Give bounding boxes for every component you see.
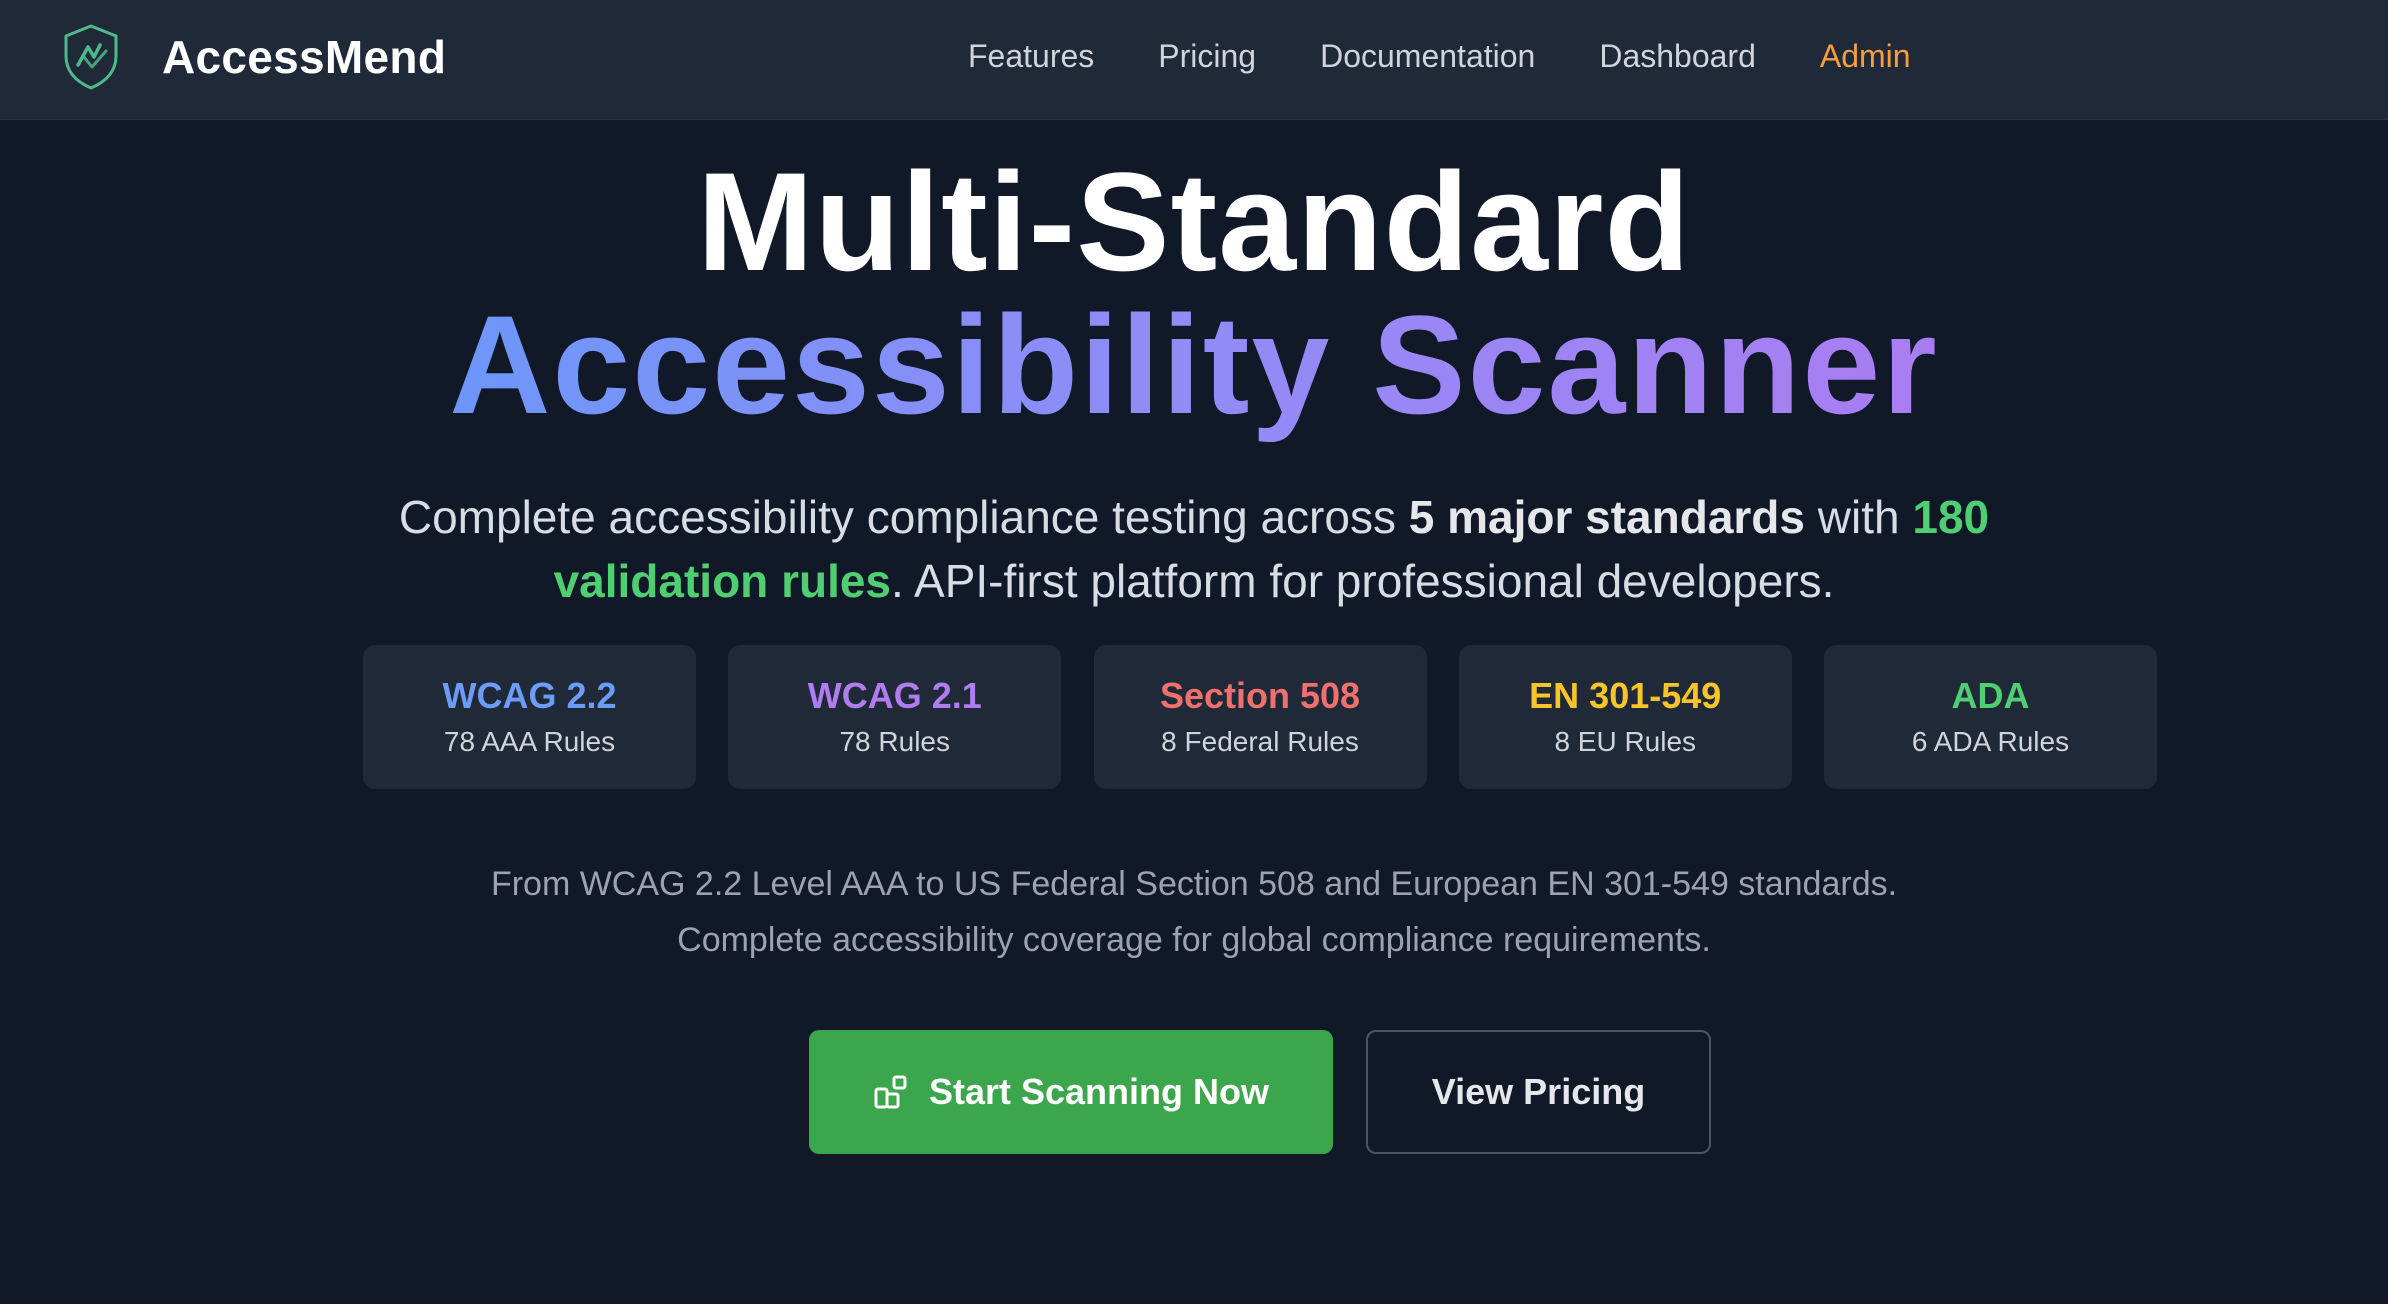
hero-title-line1: Multi-Standard: [697, 143, 1691, 300]
start-scanning-label: Start Scanning Now: [928, 1071, 1270, 1112]
standard-card-en-301-549: EN 301-549 8 EU Rules: [1458, 645, 1792, 789]
hero-title-gradient-text: Accessibility Scanner: [449, 286, 1939, 443]
subtitle-text-3: . API-first platform for professional de…: [891, 555, 1835, 607]
brand-name: AccessMend: [162, 31, 447, 83]
shield-check-icon: [64, 24, 118, 90]
nav-link-pricing[interactable]: Pricing: [1158, 38, 1256, 75]
nav-link-features[interactable]: Features: [968, 38, 1094, 75]
coverage-note-line2: Complete accessibility coverage for glob…: [677, 921, 1711, 959]
subtitle-standards-count: 5 major standards: [1408, 491, 1805, 543]
standard-name: WCAG 2.2: [442, 675, 617, 716]
nav-link-admin[interactable]: Admin: [1820, 38, 1911, 75]
standard-card-ada: ADA 6 ADA Rules: [1824, 645, 2157, 789]
hero-subtitle: Complete accessibility compliance testin…: [394, 485, 1994, 613]
subtitle-text-2: with: [1805, 491, 1913, 543]
nav-link-documentation[interactable]: Documentation: [1320, 38, 1535, 75]
standard-name: Section 508: [1159, 675, 1361, 716]
standard-name: WCAG 2.1: [807, 675, 982, 716]
nav-link-dashboard[interactable]: Dashboard: [1599, 38, 1756, 75]
standard-card-section-508: Section 508 8 Federal Rules: [1093, 645, 1427, 789]
coverage-note-line1: From WCAG 2.2 Level AAA to US Federal Se…: [490, 865, 1898, 903]
coverage-note: From WCAG 2.2 Level AAA to US Federal Se…: [0, 856, 2388, 968]
brand[interactable]: AccessMend: [62, 22, 446, 92]
blocks-icon: [874, 1075, 907, 1109]
top-navigation-bar: AccessMend Features Pricing Documentatio…: [0, 0, 2388, 120]
hero-title-line2: Accessibility Scanner: [0, 290, 2388, 440]
standard-rule-count: 8 EU Rules: [1554, 726, 1697, 757]
standard-rule-count: 6 ADA Rules: [1911, 726, 2070, 757]
standard-card-wcag-22: WCAG 2.2 78 AAA Rules: [363, 645, 696, 789]
subtitle-text-1: Complete accessibility compliance testin…: [398, 491, 1409, 543]
standard-card-wcag-21: WCAG 2.1 78 Rules: [728, 645, 1062, 789]
standard-rule-count: 78 AAA Rules: [443, 726, 616, 757]
start-scanning-button[interactable]: Start Scanning Now: [809, 1030, 1333, 1154]
view-pricing-button[interactable]: View Pricing: [1366, 1030, 1711, 1154]
standards-cards: WCAG 2.2 78 AAA Rules WCAG 2.1 78 Rules …: [363, 645, 2157, 789]
standard-name: ADA: [1951, 675, 2030, 716]
standard-rule-count: 78 Rules: [839, 726, 950, 757]
standard-rule-count: 8 Federal Rules: [1161, 726, 1359, 757]
standard-name: EN 301-549: [1529, 675, 1722, 716]
main-nav: Features Pricing Documentation Dashboard…: [968, 0, 1975, 112]
